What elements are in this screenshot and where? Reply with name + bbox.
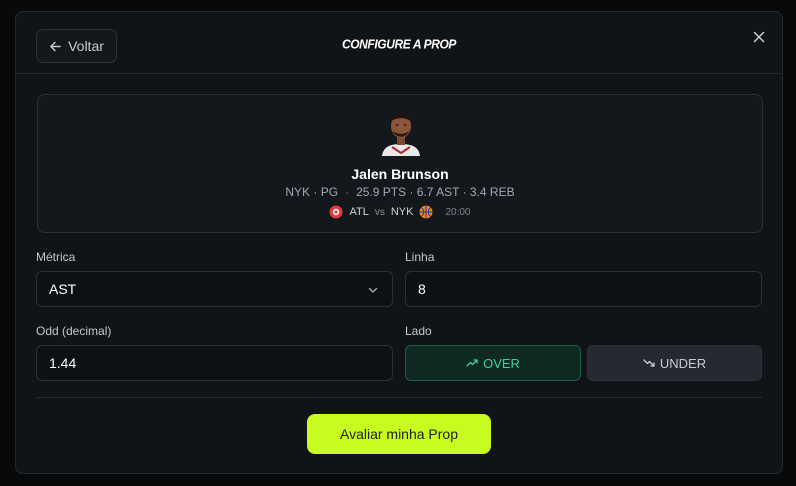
player-card: Jalen Brunson NYK · PG · 25.9 PTS · 6.7 AS… <box>37 94 763 233</box>
line-label: Linha <box>405 250 435 264</box>
matchup: ATL vs NYK 20:00 <box>38 205 762 219</box>
close-icon <box>753 31 765 43</box>
odd-label: Odd (decimal) <box>36 324 112 338</box>
page-title: CONFIGURE A PROP <box>341 36 457 52</box>
player-name: Jalen Brunson <box>351 166 449 182</box>
configure-prop-modal: Voltar CONFIGURE A PROP Jalen Brunson NY… <box>15 11 783 474</box>
player-team-position: NYK · PG <box>285 185 339 199</box>
player-stats: 25.9 PTS · 6.7 AST · 3.4 REB <box>356 185 515 199</box>
metric-value: AST <box>49 281 77 297</box>
home-team: NYK <box>390 206 414 218</box>
line-value: 8 <box>418 281 426 297</box>
trending-up-icon <box>466 359 478 367</box>
nyk-logo-icon <box>419 205 433 219</box>
game-time: 20:00 <box>445 206 471 218</box>
odd-value: 1.44 <box>49 355 77 371</box>
over-button[interactable]: OVER <box>405 345 581 381</box>
close-button[interactable] <box>751 29 767 45</box>
line-input[interactable]: 8 <box>405 271 762 307</box>
trending-down-icon <box>643 359 655 367</box>
meta-separator: · <box>345 185 350 199</box>
evaluate-prop-button[interactable]: Avaliar minha Prop <box>307 414 491 454</box>
player-meta: NYK · PG · 25.9 PTS · 6.7 AST · 3.4 REB <box>38 185 762 199</box>
under-label: UNDER <box>659 355 707 371</box>
modal-header: Voltar CONFIGURE A PROP <box>16 12 782 74</box>
metric-label: Métrica <box>36 250 76 264</box>
metric-select[interactable]: AST <box>36 271 393 307</box>
chevron-down-icon <box>368 287 378 293</box>
over-label: OVER <box>483 355 520 371</box>
divider <box>36 397 762 398</box>
vs-label: vs <box>374 206 385 218</box>
under-button[interactable]: UNDER <box>587 345 762 381</box>
atl-logo-icon <box>329 205 343 219</box>
side-label: Lado <box>405 324 432 338</box>
away-team: ATL <box>349 206 369 218</box>
odd-input[interactable]: 1.44 <box>36 345 393 381</box>
player-avatar <box>382 113 420 156</box>
